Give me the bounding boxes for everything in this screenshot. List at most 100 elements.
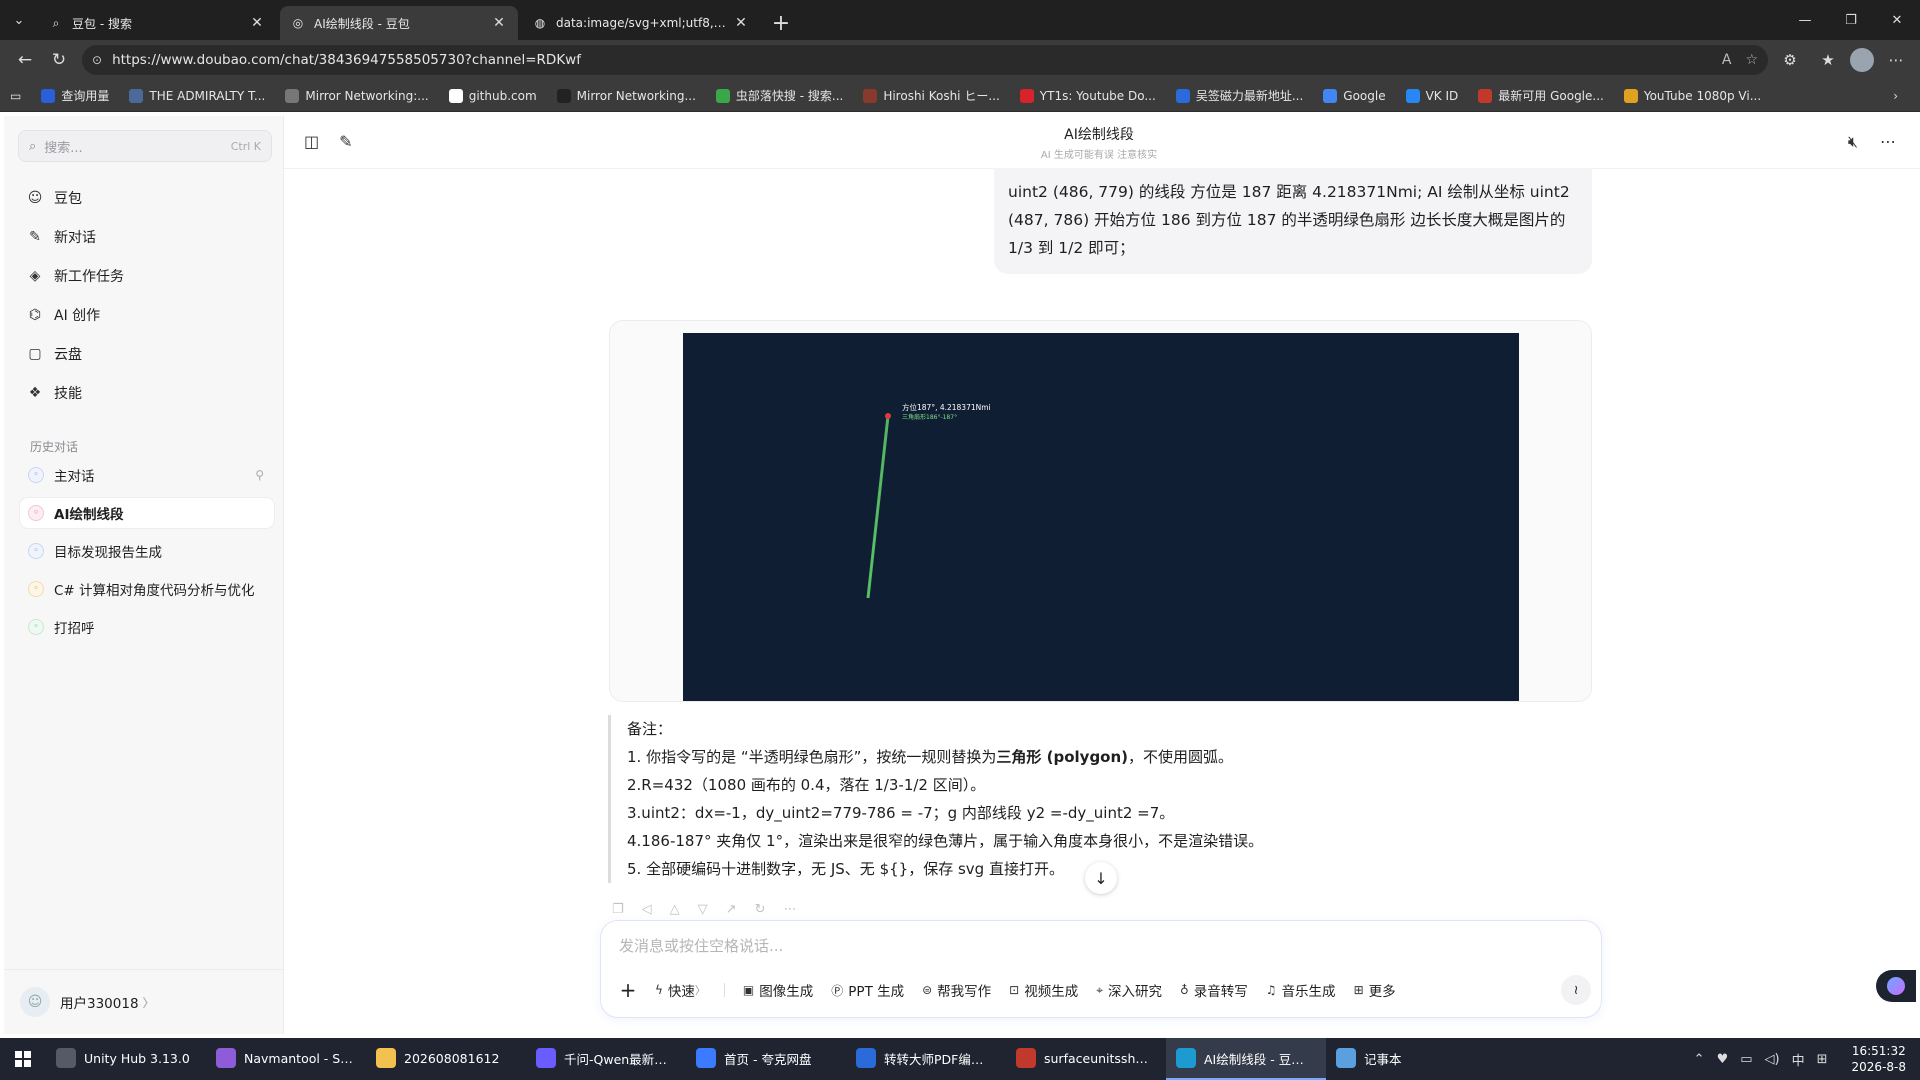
generated-image-card[interactable]: 方位187°, 4.218371Nmi 三角扇形186°-187° [609, 320, 1592, 702]
sidebar-item-doubao[interactable]: ☺ 豆包 [18, 178, 272, 217]
history-item[interactable]: ◦ 主对话 ⚲ [20, 460, 274, 490]
back-icon[interactable]: ← [8, 43, 42, 77]
sidebar-item-new-chat[interactable]: ✎ 新对话 [18, 217, 272, 256]
bookmark-item[interactable]: 吴签磁力最新地址... [1175, 87, 1303, 104]
voice-input-button[interactable]: ≀ [1561, 975, 1591, 1005]
pin-icon[interactable]: ⚲ [255, 468, 264, 482]
tool-ppt[interactable]: Ⓟ PPT 生成 [831, 980, 904, 1001]
tool-research[interactable]: ⌖ 深入研究 [1096, 980, 1162, 1001]
bookmark-favicon-icon [1019, 88, 1034, 103]
favorites-icon[interactable]: ★ [1812, 44, 1844, 76]
app-icon [216, 1048, 236, 1068]
taskbar-item[interactable]: surfaceunitssheet... [1006, 1038, 1166, 1080]
sidebar-item-ai-create[interactable]: ⌬ AI 创作 [18, 295, 272, 334]
history-item[interactable]: ◦ 目标发现报告生成 [20, 536, 274, 566]
start-button[interactable] [0, 1038, 46, 1080]
assistant-orb-button[interactable] [1876, 970, 1916, 1002]
minimize-icon[interactable]: — [1782, 0, 1828, 40]
bookmark-item[interactable]: 虫部落快搜 - 搜索... [715, 87, 844, 104]
url-text[interactable]: https://www.doubao.com/chat/384369475585… [112, 52, 1722, 68]
thumbs-up-icon[interactable]: △ [670, 902, 680, 917]
site-info-icon[interactable]: ⊙ [92, 53, 102, 67]
history-item[interactable]: ◦ C# 计算相对角度代码分析与优化 [20, 574, 274, 604]
taskbar-item[interactable]: 转转大师PDF编辑器 [846, 1038, 1006, 1080]
taskbar-item[interactable]: Unity Hub 3.13.0 [46, 1038, 206, 1080]
message-composer[interactable]: 发消息或按住空格说话... + ϟ 快速〉 ▣ 图像生成 Ⓟ PPT 生成 ⊜ 帮我写作… [600, 920, 1602, 1018]
taskbar-item[interactable]: 记事本 [1326, 1038, 1486, 1080]
bookmark-item[interactable]: 最新可用 Google... [1478, 87, 1604, 104]
tab-svg-data[interactable]: ◍ data:image/svg+xml;utf8,<svg xmlns ✕ [522, 6, 760, 40]
tool-image-gen[interactable]: ▣ 图像生成 [743, 980, 813, 1000]
bookmark-item[interactable]: VK ID [1405, 88, 1458, 103]
copy-icon[interactable]: ❐ [612, 902, 624, 917]
user-message: uint2 (486, 779) 的线段 方位是 187 距离 4.218371… [994, 168, 1592, 274]
tool-writing[interactable]: ⊜ 帮我写作 [922, 980, 991, 1000]
volume-icon[interactable]: ◁) [1765, 1052, 1780, 1067]
bookmark-item[interactable]: Mirror Networking:... [285, 88, 429, 103]
history-item-active[interactable]: ◦ AI绘制线段 [20, 498, 274, 528]
restore-icon[interactable]: ❐ [1828, 0, 1874, 40]
note-title: 备注： [627, 720, 673, 738]
mute-icon[interactable]: 🔇︎ [1848, 132, 1858, 152]
bookmark-item[interactable]: github.com [448, 88, 537, 103]
ime-grid-icon[interactable]: ⊞ [1817, 1052, 1828, 1067]
thumbs-down-icon[interactable]: ▽ [698, 902, 708, 917]
speaker-icon[interactable]: ◁ [642, 902, 652, 917]
tool-quick[interactable]: ϟ 快速〉 [655, 980, 706, 1000]
tool-video[interactable]: ⊡ 视频生成 [1009, 980, 1078, 1000]
bookmark-item[interactable]: THE ADMIRALTY T... [129, 88, 265, 103]
input-language[interactable]: 中 [1792, 1050, 1805, 1069]
close-tab-icon[interactable]: ✕ [248, 15, 266, 31]
tab-ai-draw[interactable]: ◎ AI绘制线段 - 豆包 ✕ [280, 6, 518, 40]
bookmark-item[interactable]: Hiroshi Koshi ヒー... [863, 87, 1000, 104]
sidebar-item-new-task[interactable]: ◈ 新工作任务 [18, 256, 272, 295]
bookmark-item[interactable]: 查询用量 [41, 87, 109, 104]
history-item[interactable]: ◦ 打招呼 [20, 612, 274, 642]
taskbar-item[interactable]: 首页 - 夸克网盘 [686, 1038, 846, 1080]
generated-svg-image[interactable]: 方位187°, 4.218371Nmi 三角扇形186°-187° [683, 333, 1519, 702]
more-icon[interactable]: ⋯ [783, 902, 796, 917]
reading-list-icon[interactable]: ▭ [10, 89, 21, 103]
share-icon[interactable]: ↗ [726, 902, 737, 917]
taskbar-item[interactable]: AI绘制线段 - 豆包 ... [1166, 1038, 1326, 1080]
read-aloud-icon[interactable]: A [1722, 52, 1732, 68]
tab-search[interactable]: ⌕ 豆包 - 搜索 ✕ [38, 6, 276, 40]
regenerate-icon[interactable]: ↻ [755, 902, 766, 917]
scroll-to-bottom-button[interactable]: ↓ [1085, 862, 1117, 894]
network-icon[interactable]: ▭ [1740, 1052, 1752, 1067]
close-tab-icon[interactable]: ✕ [732, 15, 750, 31]
bookmark-item[interactable]: YT1s: Youtube Do... [1019, 88, 1156, 103]
tool-music[interactable]: ♫ 音乐生成 [1266, 980, 1336, 1000]
taskbar-item[interactable]: 千问-Qwen最新模... [526, 1038, 686, 1080]
profile-avatar[interactable] [1850, 48, 1874, 72]
bookmarks-overflow-icon[interactable]: › [1893, 89, 1898, 103]
close-tab-icon[interactable]: ✕ [490, 15, 508, 31]
tool-more[interactable]: ⊞ 更多 [1354, 980, 1396, 1000]
taskbar-item[interactable]: Navmantool - Sta... [206, 1038, 366, 1080]
clock[interactable]: 16:51:32 2026-8-8 [1852, 1043, 1906, 1075]
sidebar-search[interactable]: ⌕ 搜索... Ctrl K [18, 130, 272, 162]
favorite-star-icon[interactable]: ☆ [1745, 52, 1758, 68]
tool-transcribe[interactable]: ♁ 录音转写 [1180, 980, 1248, 1000]
bookmark-label: 虫部落快搜 - 搜索... [735, 89, 844, 103]
sidebar-item-cloud[interactable]: ▢ 云盘 [18, 334, 272, 373]
new-tab-button[interactable]: + [764, 6, 798, 40]
taskbar-item[interactable]: 202608081612 [366, 1038, 526, 1080]
composer-input[interactable]: 发消息或按住空格说话... [619, 935, 783, 956]
bookmark-item[interactable]: Google [1323, 88, 1386, 103]
refresh-icon[interactable]: ↻ [42, 43, 76, 77]
search-placeholder[interactable]: 搜索... [44, 137, 230, 156]
sidebar-item-skills[interactable]: ❖ 技能 [18, 373, 272, 412]
more-options-icon[interactable]: ⋯ [1880, 132, 1896, 152]
more-menu-icon[interactable]: ⋯ [1880, 44, 1912, 76]
antivirus-icon[interactable]: ♥ [1717, 1052, 1729, 1067]
bookmark-item[interactable]: YouTube 1080p Vi... [1623, 88, 1761, 103]
user-profile[interactable]: ☺ 用户330018 〉 [20, 982, 274, 1022]
close-window-icon[interactable]: ✕ [1874, 0, 1920, 40]
chevron-up-icon[interactable]: ⌃ [1694, 1052, 1705, 1067]
tab-actions-menu-icon[interactable]: ⌄ [0, 0, 38, 40]
extensions-icon[interactable]: ⚙ [1774, 44, 1806, 76]
attach-plus-icon[interactable]: + [615, 977, 641, 1003]
bookmark-item[interactable]: Mirror Networking... [556, 88, 696, 103]
url-field[interactable]: ⊙ https://www.doubao.com/chat/3843694755… [82, 45, 1768, 75]
